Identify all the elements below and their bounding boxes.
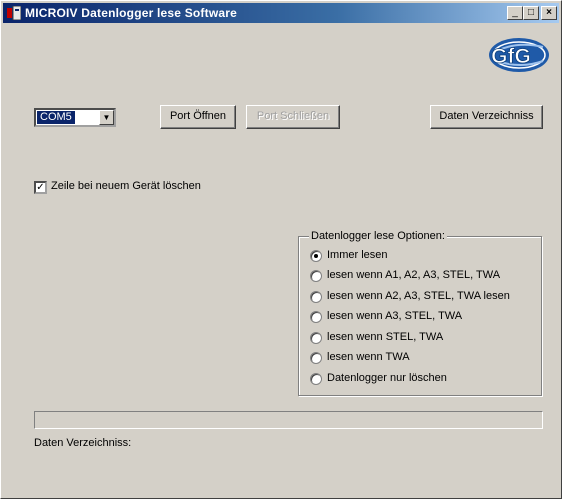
app-window: MICROIV Datenlogger lese Software _ □ × …	[0, 0, 562, 499]
radio-label: lesen wenn TWA	[327, 351, 410, 363]
close-button[interactable]: ×	[541, 6, 557, 20]
title-bar[interactable]: MICROIV Datenlogger lese Software _ □ ×	[3, 3, 559, 23]
port-select[interactable]: COM5 ▼	[34, 108, 116, 127]
checkmark-icon: ✓	[36, 182, 45, 193]
radio-read-twa[interactable]	[310, 352, 322, 364]
data-directory-button[interactable]: Daten Verzeichniss	[430, 105, 543, 129]
open-port-button[interactable]: Port Öffnen	[160, 105, 236, 129]
radio-read-a2[interactable]	[310, 291, 322, 303]
progress-bar	[34, 411, 543, 429]
radio-label: lesen wenn A2, A3, STEL, TWA lesen	[327, 290, 510, 302]
data-directory-status: Daten Verzeichniss:	[34, 437, 132, 449]
radio-label: Immer lesen	[327, 249, 388, 261]
clear-row-checkbox[interactable]: ✓	[34, 181, 47, 194]
port-select-value: COM5	[37, 111, 75, 124]
radio-read-stel[interactable]	[310, 332, 322, 344]
maximize-button[interactable]: □	[523, 6, 539, 20]
minimize-button[interactable]: _	[507, 6, 523, 20]
app-icon	[7, 6, 21, 20]
logo-text: GfG	[491, 45, 531, 68]
radio-label: lesen wenn A3, STEL, TWA	[327, 310, 463, 322]
read-options-title: Datenlogger lese Optionen:	[309, 230, 447, 242]
radio-label: lesen wenn A1, A2, A3, STEL, TWA	[327, 269, 501, 281]
radio-label: Datenlogger nur löschen	[327, 372, 447, 384]
chevron-down-icon[interactable]: ▼	[99, 110, 114, 125]
radio-read-a1[interactable]	[310, 270, 322, 282]
close-port-button[interactable]: Port Schließen	[246, 105, 340, 129]
gfg-logo: GfG	[489, 38, 549, 72]
clear-row-label: Zeile bei neuem Gerät löschen	[51, 180, 201, 192]
radio-label: lesen wenn STEL, TWA	[327, 331, 444, 343]
window-title: MICROIV Datenlogger lese Software	[25, 6, 237, 20]
radio-read-a3[interactable]	[310, 311, 322, 323]
radio-delete-only[interactable]	[310, 373, 322, 385]
radio-always-read[interactable]	[310, 250, 322, 262]
